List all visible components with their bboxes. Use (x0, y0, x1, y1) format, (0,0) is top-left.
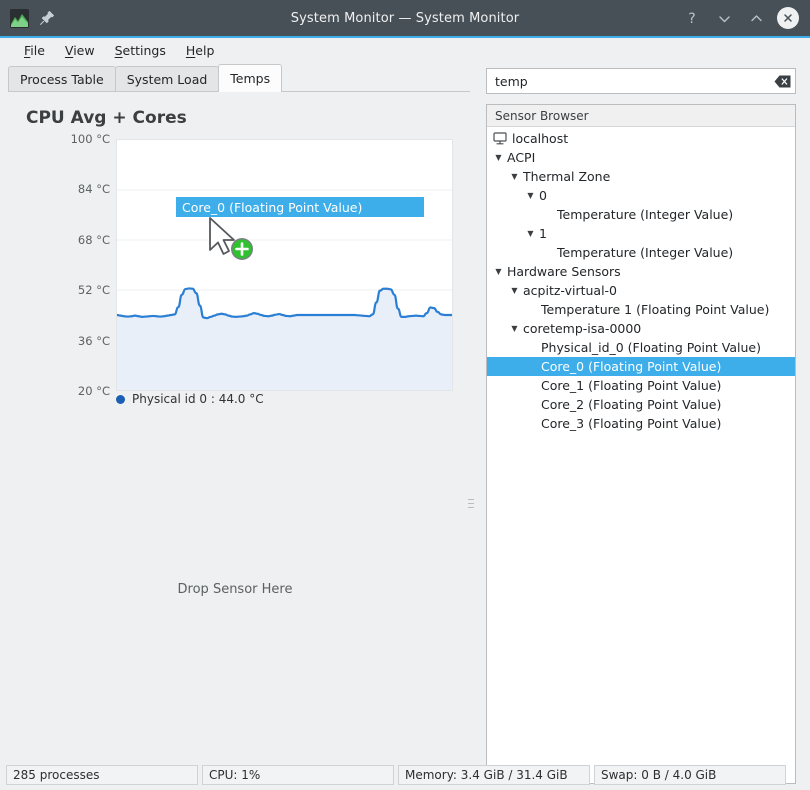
status-memory: Memory: 3.4 GiB / 31.4 GiB (398, 765, 590, 785)
tree-item[interactable]: ▼ acpitz-virtual-0 (487, 281, 795, 300)
tree-item[interactable]: Temperature 1 (Floating Point Value) (487, 300, 795, 319)
tree-item-label: Core_3 (Floating Point Value) (541, 416, 722, 431)
menu-file[interactable]: File (14, 41, 55, 60)
tree-item[interactable]: Temperature (Integer Value) (487, 205, 795, 224)
close-button[interactable] (774, 4, 802, 32)
tree-item[interactable]: ▼ 1 (487, 224, 795, 243)
tree-item-label: Thermal Zone (523, 169, 611, 184)
tree-item-label: 1 (539, 226, 547, 241)
tree-item[interactable]: localhost (487, 129, 795, 148)
tree-item-label: Core_2 (Floating Point Value) (541, 397, 722, 412)
tree-item[interactable]: ▼ coretemp-isa-0000 (487, 319, 795, 338)
tree-expand-arrow-icon[interactable]: ▼ (509, 286, 520, 295)
tree-item[interactable]: Core_0 (Floating Point Value) (487, 357, 795, 376)
tree-item-label: Hardware Sensors (507, 264, 621, 279)
tree-item[interactable]: Physical_id_0 (Floating Point Value) (487, 338, 795, 357)
y-axis-tick: 68 °C (77, 232, 110, 247)
tree-item[interactable]: ▼ ACPI (487, 148, 795, 167)
tree-item-label: Physical_id_0 (Floating Point Value) (541, 340, 761, 355)
search-input[interactable] (487, 69, 773, 93)
tree-item[interactable]: ▼ Hardware Sensors (487, 262, 795, 281)
temps-page: CPU Avg + Cores 100 °C 84 °C 68 °C 52 °C 36 … (0, 92, 474, 755)
tree-expand-arrow-icon[interactable]: ▼ (509, 324, 520, 333)
y-axis-tick: 36 °C (77, 333, 110, 348)
chart-plot-area[interactable] (116, 139, 453, 391)
y-axis-tick: 52 °C (77, 283, 110, 298)
tree-item-label: acpitz-virtual-0 (523, 283, 618, 298)
tree-item-label: coretemp-isa-0000 (523, 321, 642, 336)
window-controls: ? (678, 0, 802, 36)
drop-sensor-hint[interactable]: Drop Sensor Here (0, 582, 470, 597)
status-cpu: CPU: 1% (202, 765, 394, 785)
title-bar-left-icons (0, 8, 55, 28)
chart-area-fill (117, 288, 452, 390)
tree-expand-arrow-icon[interactable]: ▼ (509, 172, 520, 181)
menu-view[interactable]: View (55, 41, 105, 60)
tree-expand-arrow-icon[interactable]: ▼ (525, 191, 536, 200)
status-processes: 285 processes (6, 765, 198, 785)
y-axis-labels: 100 °C 84 °C 68 °C 52 °C 36 °C 20 °C (46, 132, 110, 398)
splitter-dash (468, 502, 474, 504)
drag-preview-chip: Core_0 (Floating Point Value) (176, 197, 424, 217)
y-axis-tick: 84 °C (77, 182, 110, 197)
tree-item-label: ACPI (507, 150, 536, 165)
tree-expand-arrow-icon[interactable]: ▼ (525, 229, 536, 238)
tree-item-label: Temperature 1 (Floating Point Value) (541, 302, 770, 317)
tree-item-label: Temperature (Integer Value) (557, 245, 734, 260)
tree-item[interactable]: ▼ Thermal Zone (487, 167, 795, 186)
tree-item-label: Core_0 (Floating Point Value) (541, 359, 722, 374)
tree-expand-arrow-icon[interactable]: ▼ (493, 267, 504, 276)
tree-item-label: Core_1 (Floating Point Value) (541, 378, 722, 393)
drag-copy-cursor (206, 216, 258, 264)
tree-item-label: localhost (512, 131, 569, 146)
close-icon (777, 7, 799, 29)
status-swap: Swap: 0 B / 4.0 GiB (594, 765, 786, 785)
splitter-dash (468, 498, 474, 500)
tree-body: localhost ▼ ACPI ▼ Thermal Zone ▼ 0 Temperature… (487, 127, 795, 433)
status-bar: 285 processes CPU: 1% Memory: 3.4 GiB / … (0, 760, 810, 790)
menu-settings[interactable]: Settings (105, 41, 176, 60)
chart-svg (117, 189, 452, 390)
tree-item-label: Temperature (Integer Value) (557, 207, 734, 222)
clear-text-icon[interactable] (773, 68, 795, 94)
system-monitor-window: System Monitor — System Monitor ? File V… (0, 0, 810, 790)
system-monitor-icon (10, 8, 29, 28)
tree-item-label: 0 (539, 188, 547, 203)
chart-legend: Physical id 0 : 44.0 °C (116, 392, 264, 406)
pane-splitter-handle[interactable] (466, 492, 476, 514)
chart-line-series (117, 287, 452, 320)
splitter-dash (468, 506, 474, 508)
maximize-icon[interactable] (742, 4, 770, 32)
svg-text:?: ? (688, 11, 695, 26)
tree-item[interactable]: Core_3 (Floating Point Value) (487, 414, 795, 433)
tab-system-load[interactable]: System Load (114, 66, 220, 92)
tree-header: Sensor Browser (487, 105, 795, 127)
legend-label: Physical id 0 : 44.0 °C (132, 392, 264, 406)
tree-item[interactable]: ▼ 0 (487, 186, 795, 205)
menu-bar: File View Settings Help (0, 38, 810, 62)
menu-help[interactable]: Help (176, 41, 225, 60)
legend-color-dot (116, 394, 125, 404)
sensor-browser-tree[interactable]: Sensor Browser localhost ▼ ACPI ▼ Thermal Zo… (486, 104, 796, 784)
tab-process-table[interactable]: Process Table (8, 66, 116, 92)
minimize-icon[interactable] (710, 4, 738, 32)
tree-expand-arrow-icon[interactable]: ▼ (493, 153, 504, 162)
tab-bar: Process Table System Load Temps (8, 64, 478, 92)
help-icon[interactable]: ? (678, 4, 706, 32)
sensor-browser-pane: Sensor Browser localhost▼ACPI▼Thermal Zo… (486, 68, 802, 784)
y-axis-tick: 100 °C (70, 132, 110, 146)
tree-item[interactable]: Core_2 (Floating Point Value) (487, 395, 795, 414)
computer-icon (493, 132, 507, 145)
tab-temps[interactable]: Temps (218, 64, 283, 92)
tree-item[interactable]: Temperature (Integer Value) (487, 243, 795, 262)
pin-icon[interactable] (39, 10, 55, 26)
sensor-search-row[interactable] (486, 68, 796, 94)
title-bar: System Monitor — System Monitor ? (0, 0, 810, 36)
tree-item[interactable]: Core_1 (Floating Point Value) (487, 376, 795, 395)
y-axis-tick: 20 °C (77, 384, 110, 398)
